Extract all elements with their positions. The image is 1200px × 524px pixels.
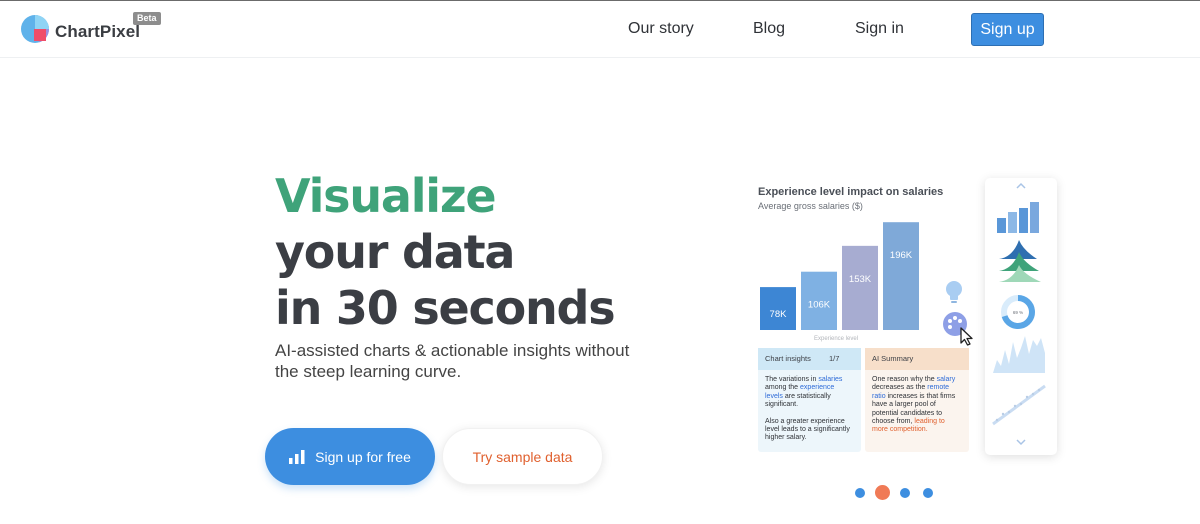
insight-text-1: The variations in salaries among the exp…	[765, 376, 843, 409]
nav-sign-in[interactable]: Sign in	[855, 20, 904, 38]
ai-summary-header: AI Summary	[865, 348, 969, 370]
bar-chart-icon	[289, 449, 305, 464]
chevron-down-icon[interactable]	[1016, 439, 1026, 446]
hero-subtitle: AI-assisted charts & actionable insights…	[275, 341, 630, 381]
bar-value-label-2: 106K	[808, 300, 831, 311]
site-header: ChartPixel Beta Our story Blog Sign in S…	[0, 1, 1200, 58]
bar-value-label-4: 196K	[890, 250, 913, 261]
thumb-scatter-chart-icon[interactable]	[992, 384, 1046, 426]
thumb-ridgeline-chart-icon[interactable]	[999, 240, 1041, 282]
beta-badge: Beta	[133, 12, 161, 25]
carousel-dot-1[interactable]	[855, 488, 865, 498]
mouse-cursor-icon	[960, 327, 973, 346]
try-sample-data-label: Try sample data	[472, 448, 573, 465]
color-palette-icon[interactable]	[940, 310, 976, 346]
hero-title-line-1: Visualize	[275, 169, 497, 223]
insight-text-2: Also a greater experience level leads to…	[765, 417, 850, 442]
preview-x-axis-label: Experience level	[814, 336, 859, 342]
ai-summary-card: AI Summary One reason why the salary dec…	[865, 348, 969, 452]
hero-title-line-3: in 30 seconds	[275, 281, 616, 335]
chart-type-panel: 69 %	[985, 178, 1057, 455]
chartpixel-logo-icon[interactable]	[19, 13, 53, 47]
salary-bar-chart: 78K 106K 153K 196K	[760, 222, 919, 330]
donut-percent-label: 69 %	[1013, 310, 1023, 315]
carousel-dot-2-active[interactable]	[875, 485, 890, 500]
try-sample-data-button[interactable]: Try sample data	[442, 428, 603, 485]
lightbulb-icon[interactable]	[942, 279, 966, 305]
preview-chart-title: Experience level impact on salaries	[758, 186, 944, 198]
chevron-up-icon[interactable]	[1016, 182, 1026, 189]
chart-insights-header: Chart insights	[765, 354, 811, 363]
sign-up-for-free-button[interactable]: Sign up for free	[265, 428, 435, 485]
nav-our-story[interactable]: Our story	[628, 20, 694, 38]
insights-counter: 1/7	[828, 354, 840, 363]
sign-up-button[interactable]: Sign up	[971, 13, 1044, 46]
thumb-donut-chart-icon[interactable]: 69 %	[1001, 295, 1035, 329]
ai-summary-text: One reason why the salary decreases as t…	[872, 376, 956, 434]
chart-insights-card: Chart insights 1/7 The variations in sal…	[758, 348, 861, 452]
thumb-bar-chart-icon[interactable]	[997, 202, 1039, 233]
hero-title-line-2: your data	[275, 225, 515, 279]
bar-4	[883, 222, 919, 330]
sign-up-for-free-label: Sign up for free	[315, 448, 411, 465]
carousel-dot-4[interactable]	[923, 488, 933, 498]
bar-value-label-1: 78K	[770, 309, 788, 320]
product-preview: Experience level impact on salaries Aver…	[752, 178, 1064, 463]
thumb-area-chart-icon[interactable]	[993, 336, 1045, 373]
carousel-dot-3[interactable]	[900, 488, 910, 498]
bar-value-label-3: 153K	[849, 274, 872, 285]
preview-chart-subtitle: Average gross salaries ($)	[758, 201, 863, 211]
brand-name[interactable]: ChartPixel	[55, 22, 140, 42]
bar-3	[842, 245, 878, 330]
nav-blog[interactable]: Blog	[753, 20, 785, 38]
